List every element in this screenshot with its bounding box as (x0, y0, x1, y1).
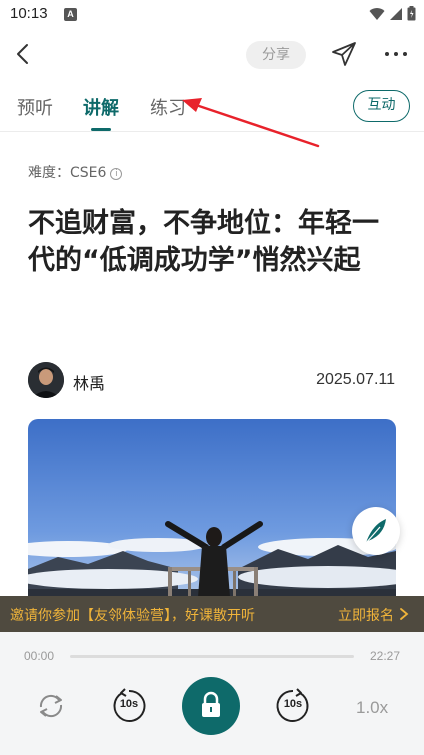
send-icon (332, 42, 356, 66)
info-icon[interactable]: i (110, 168, 123, 180)
rewind-10-button[interactable]: 10s (111, 688, 147, 724)
play-button[interactable] (182, 677, 240, 735)
author-avatar[interactable] (28, 362, 64, 398)
more-icon (385, 52, 407, 56)
repeat-button[interactable] (34, 691, 68, 721)
repeat-icon (39, 694, 63, 718)
back-arrow-icon (17, 44, 28, 64)
note-button[interactable] (352, 507, 400, 555)
signup-link[interactable]: 立即报名 (338, 605, 394, 625)
banner-text: 邀请你参加【友邻体验营】，好课散开听 (10, 608, 255, 624)
chevron-right-icon (400, 608, 409, 620)
tab-explain[interactable]: 讲解 (83, 94, 119, 120)
lock-icon (202, 691, 220, 717)
playback-speed[interactable]: 1.0x (356, 698, 388, 718)
promo-banner[interactable]: 邀请你参加【友邻体验营】，好课散开听 立即报名 (0, 596, 424, 632)
difficulty-label: 难度：CSE6 i (28, 162, 123, 182)
notification-icon: A (64, 8, 77, 21)
status-bar: 10:13 A (0, 0, 424, 30)
active-tab-indicator (91, 128, 111, 131)
forward-10-button[interactable]: 10s (275, 688, 311, 724)
progress-bar[interactable] (70, 655, 354, 658)
feather-pen-icon (365, 519, 386, 544)
publish-date: 2025.07.11 (316, 371, 395, 388)
top-nav: 分享 (0, 30, 424, 80)
duration-time: 22:27 (369, 649, 400, 663)
share-button[interactable]: 分享 (246, 41, 306, 69)
send-button[interactable] (330, 40, 358, 68)
author-name[interactable]: 林禹 (73, 370, 105, 394)
difficulty-text: 难度：CSE6 (28, 165, 107, 181)
annotation-arrow (182, 98, 320, 148)
interact-button[interactable]: 互动 (353, 90, 410, 122)
mountain-photo (28, 419, 396, 609)
status-time: 10:13 (10, 5, 48, 22)
forward-label: 10s (283, 698, 303, 710)
hero-image (28, 419, 396, 609)
back-button[interactable] (10, 40, 38, 68)
more-button[interactable] (382, 40, 410, 68)
audio-player: 00:00 22:27 10s 10s 1.0x (0, 632, 424, 755)
elapsed-time: 00:00 (24, 649, 55, 663)
battery-icon (407, 6, 416, 21)
rewind-label: 10s (119, 698, 139, 710)
article-title: 不追财富，不争地位：年轻一代的“低调成功学”悄然兴起 (28, 208, 379, 276)
tab-preview[interactable]: 预听 (17, 94, 53, 120)
avatar-image (28, 362, 64, 398)
wifi-icon (369, 7, 385, 20)
status-icons (369, 6, 416, 21)
signal-icon (390, 7, 402, 20)
